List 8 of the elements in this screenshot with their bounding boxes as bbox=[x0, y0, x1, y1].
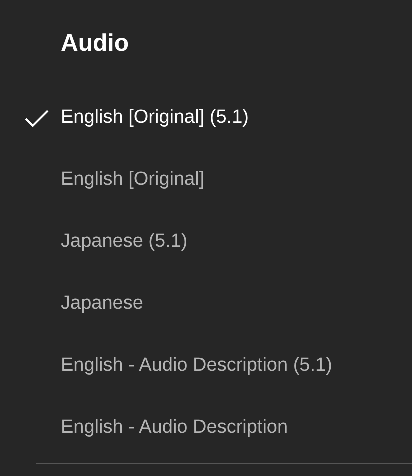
audio-option[interactable]: English [Original] bbox=[0, 149, 412, 212]
audio-option[interactable]: English [Original] (5.1) bbox=[0, 87, 412, 150]
audio-option[interactable]: English - Audio Description (5.1) bbox=[0, 335, 412, 398]
menu-title: Audio bbox=[61, 29, 129, 59]
audio-option[interactable]: Japanese (5.1) bbox=[0, 211, 412, 274]
audio-option[interactable]: English - Audio Description bbox=[0, 397, 412, 460]
checkmark-icon bbox=[25, 110, 49, 128]
audio-option[interactable]: Japanese bbox=[0, 273, 412, 336]
